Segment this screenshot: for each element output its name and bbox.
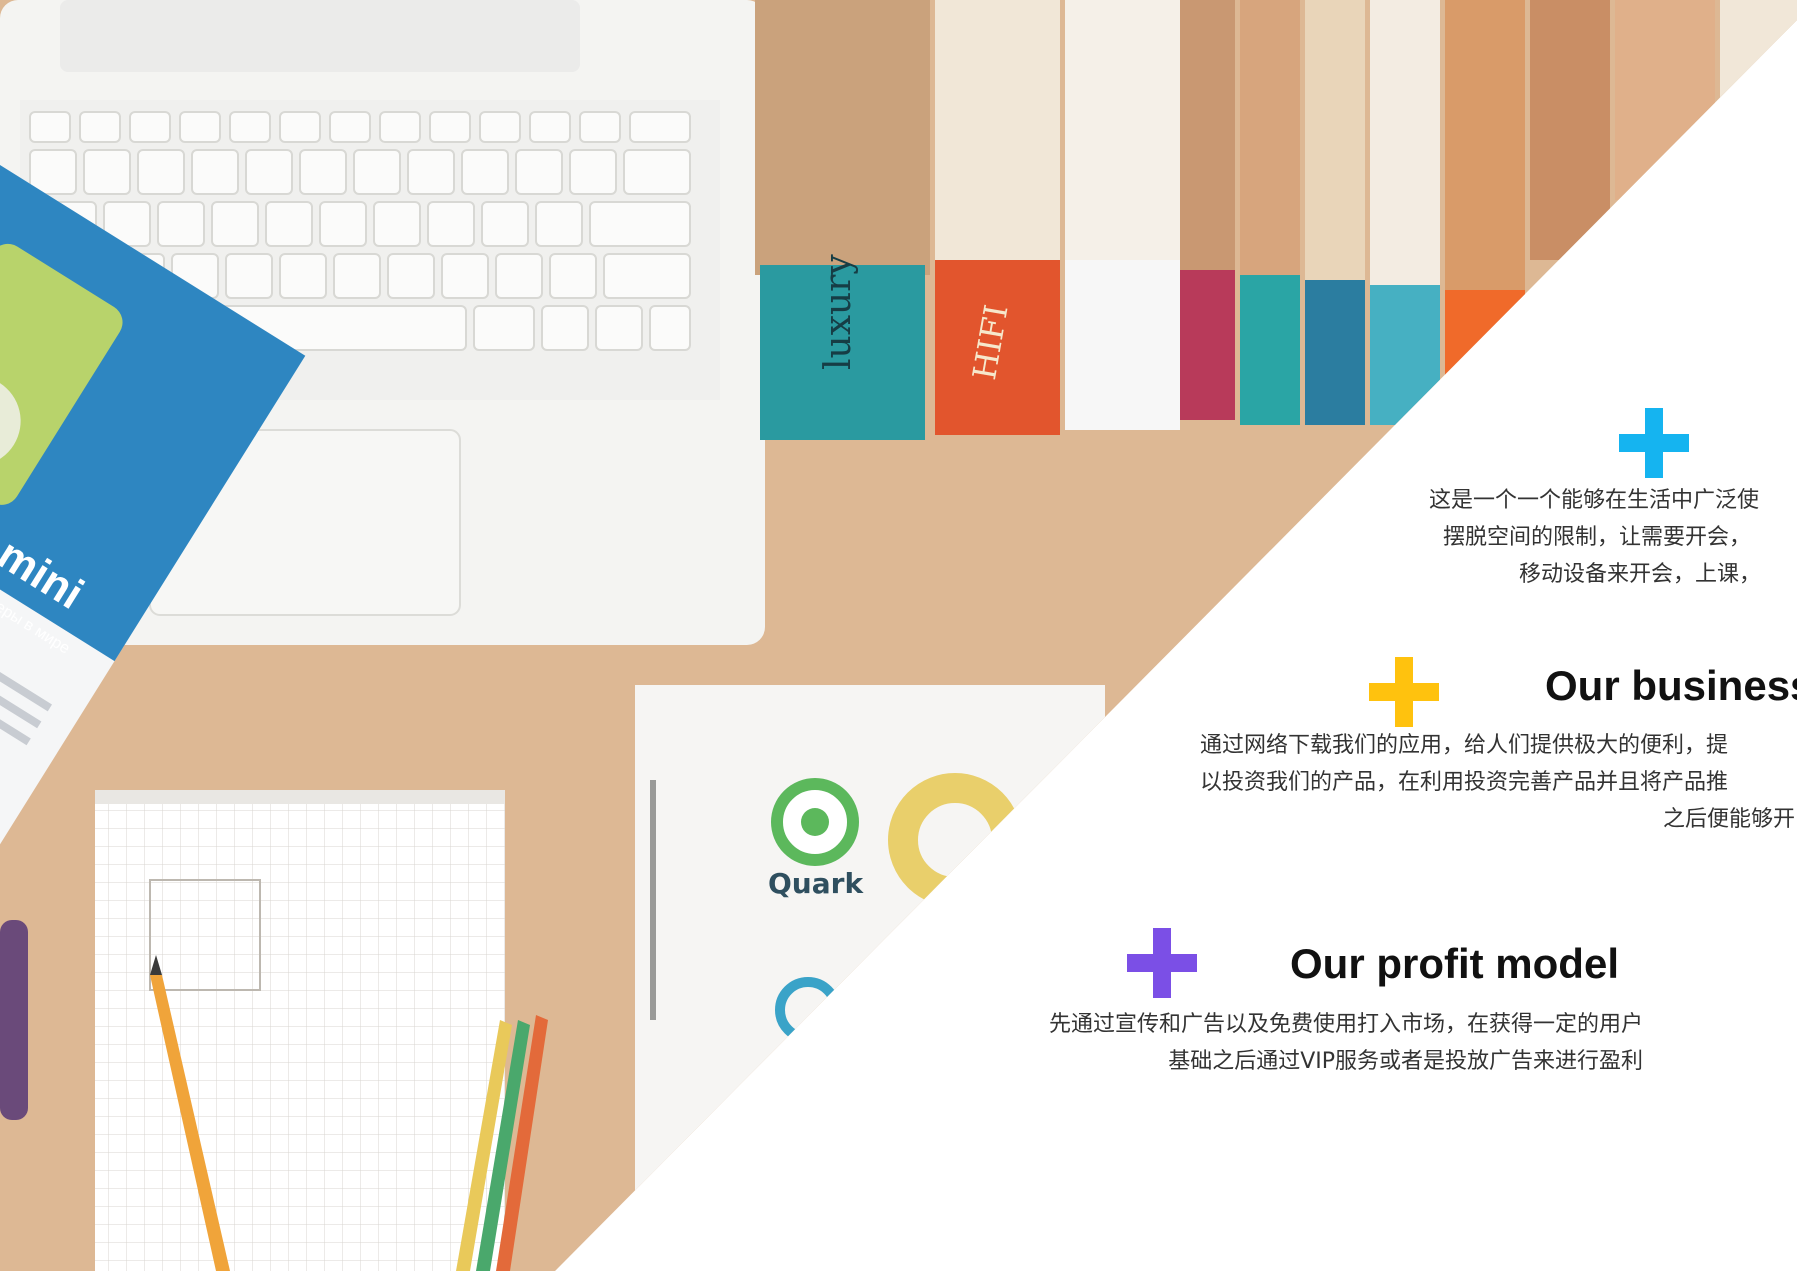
section-1-line-1: 这是一个一个能够在生活中广泛使 bbox=[1429, 488, 1760, 513]
section-3-text: 先通过宣传和广告以及免费使用打入市场，在获得一定的用户 基础之后通过VIP服务或… bbox=[1049, 1006, 1643, 1080]
section-2-line-2: 以投资我们的产品，在利用投资完善产品并且将产品推 bbox=[1200, 770, 1729, 795]
quark-logo-text: Quark bbox=[768, 867, 864, 900]
section-3-line-2: 基础之后通过VIP服务或者是投放广告来进行盈利 bbox=[1168, 1049, 1643, 1074]
desk-photo: d и iPod mini самые популярные mp3-плеер… bbox=[0, 0, 1797, 1271]
section-3-heading: Our profit model bbox=[1290, 940, 1619, 987]
slide-canvas: d и iPod mini самые популярные mp3-плеер… bbox=[0, 0, 1797, 1271]
section-1-text: 这是一个一个能够在生活中广泛使 摆脱空间的限制，让需要开会， 移动设备来开会，上… bbox=[1429, 482, 1797, 593]
notepad bbox=[95, 790, 505, 1271]
section-2-heading: Our business bbox=[1545, 662, 1797, 709]
section-2-line-3: 之后便能够开 bbox=[1663, 807, 1796, 832]
book-spine-text-1: luxury bbox=[818, 254, 859, 370]
plus-icon-yellow bbox=[1369, 657, 1439, 727]
section-1-line-2: 摆脱空间的限制，让需要开会， bbox=[1443, 525, 1752, 550]
plus-icon-purple bbox=[1127, 928, 1197, 998]
section-2-line-1: 通过网络下载我们的应用，给人们提供极大的便利，提 bbox=[1200, 733, 1729, 758]
book-row: luxury HIFI bbox=[755, 0, 1797, 440]
knit-object bbox=[0, 920, 28, 1120]
plus-icon-cyan bbox=[1619, 408, 1689, 478]
section-1-line-3: 移动设备来开会，上课， bbox=[1519, 562, 1762, 587]
section-3-line-1: 先通过宣传和广告以及免费使用打入市场，在获得一定的用户 bbox=[1048, 1012, 1643, 1037]
section-2-text: 通过网络下载我们的应用，给人们提供极大的便利，提 以投资我们的产品，在利用投资完… bbox=[1200, 727, 1795, 838]
quark-poster: Quark bbox=[635, 685, 1105, 1271]
